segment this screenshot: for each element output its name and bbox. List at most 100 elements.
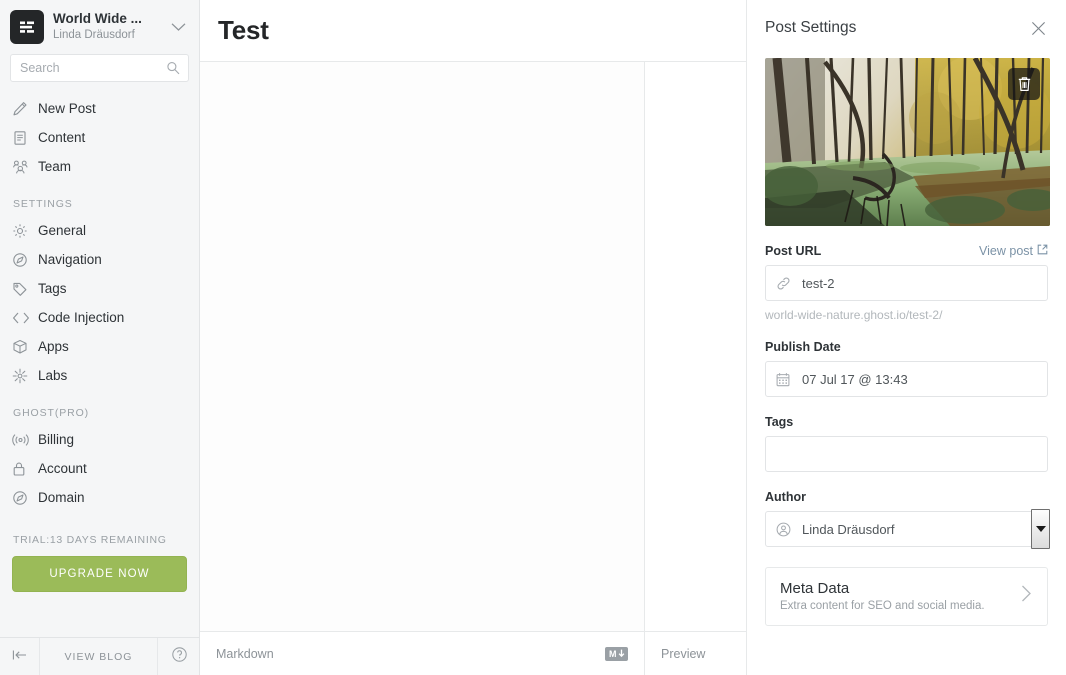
- close-icon[interactable]: [1027, 17, 1050, 40]
- meta-data-subtitle: Extra content for SEO and social media.: [780, 600, 985, 612]
- sidebar-item-label: Apps: [38, 339, 69, 354]
- sidebar-item-labs[interactable]: Labs: [0, 361, 199, 390]
- post-editor: Test Markdown M Preview: [200, 0, 746, 675]
- sidebar-item-code-injection[interactable]: Code Injection: [0, 303, 199, 332]
- panel-header: Post Settings: [747, 0, 1066, 56]
- trash-icon: [1017, 76, 1032, 92]
- author-select-display[interactable]: [765, 511, 1048, 547]
- chevron-right-icon: [1020, 584, 1033, 608]
- tags-row: Tags: [765, 415, 1048, 429]
- code-icon: [12, 311, 34, 325]
- author-select-wrapper[interactable]: [765, 509, 1050, 549]
- publish-date-label: Publish Date: [765, 340, 841, 354]
- sidebar-item-navigation[interactable]: Navigation: [0, 245, 199, 274]
- blog-switcher[interactable]: World Wide ... Linda Dräusdorf: [0, 0, 199, 52]
- document-icon: [12, 130, 34, 146]
- compass-icon: [12, 490, 34, 506]
- sidebar-item-label: Tags: [38, 281, 67, 296]
- author-row: Author: [765, 490, 1048, 504]
- sidebar-footer: VIEW BLOG: [0, 637, 200, 675]
- sidebar-item-general[interactable]: General: [0, 216, 199, 245]
- external-link-icon: [1037, 244, 1048, 258]
- sidebar-item-team[interactable]: Team: [0, 152, 199, 181]
- editor-panes: [200, 62, 746, 631]
- ghost-admin-app: World Wide ... Linda Dräusdorf Search Ne…: [0, 0, 1066, 675]
- sidebar-item-label: Billing: [38, 432, 75, 447]
- pro-nav: Billing Account Domain: [0, 425, 199, 512]
- search-input[interactable]: [11, 55, 188, 81]
- author-input[interactable]: [796, 512, 1037, 546]
- tag-icon: [12, 281, 34, 297]
- sidebar-item-content[interactable]: Content: [0, 123, 199, 152]
- preview-footer: Preview: [645, 632, 746, 675]
- post-url-input-wrapper[interactable]: [765, 265, 1048, 301]
- sidebar-item-billing[interactable]: Billing: [0, 425, 199, 454]
- sidebar-item-label: Team: [38, 159, 72, 174]
- cover-image[interactable]: [765, 58, 1050, 226]
- settings-heading: SETTINGS: [13, 198, 73, 210]
- team-icon: [12, 159, 34, 175]
- sidebar-item-label: Labs: [38, 368, 68, 383]
- sidebar-item-label: Content: [38, 130, 86, 145]
- triangle-down-icon: [1035, 526, 1046, 532]
- post-url-preview: world-wide-nature.ghost.io/test-2/: [765, 308, 943, 322]
- upgrade-container: UPGRADE NOW: [0, 546, 199, 592]
- sidebar-item-domain[interactable]: Domain: [0, 483, 199, 512]
- sidebar: World Wide ... Linda Dräusdorf Search Ne…: [0, 0, 200, 675]
- markdown-editor-area[interactable]: [200, 62, 645, 631]
- tags-input[interactable]: [776, 437, 1037, 471]
- post-url-row: Post URL View post: [765, 244, 1048, 258]
- broadcast-icon: [12, 433, 34, 447]
- author-label: Author: [765, 490, 806, 504]
- panel-body: Post URL View post test-2 world-wide-nat…: [747, 56, 1066, 675]
- sidebar-item-apps[interactable]: Apps: [0, 332, 199, 361]
- arrow-left-to-line-icon: [12, 648, 28, 666]
- author-dropdown-arrow[interactable]: [1031, 509, 1050, 549]
- blog-logo-icon: [10, 10, 44, 44]
- meta-data-text: Meta Data Extra content for SEO and soci…: [780, 580, 985, 612]
- pro-heading: GHOST(PRO): [13, 407, 90, 419]
- upgrade-now-button[interactable]: UPGRADE NOW: [12, 556, 187, 592]
- meta-data-card[interactable]: Meta Data Extra content for SEO and soci…: [765, 567, 1048, 626]
- labs-icon: [12, 368, 34, 384]
- user-avatar-icon: [776, 522, 796, 537]
- post-title[interactable]: Test: [218, 15, 269, 46]
- calendar-icon: [776, 372, 796, 387]
- link-icon: [776, 276, 796, 291]
- markdown-help-icon[interactable]: M: [605, 646, 628, 661]
- chevron-down-icon[interactable]: [167, 22, 189, 32]
- sidebar-item-new-post[interactable]: New Post: [0, 94, 199, 123]
- publish-date-input-wrapper[interactable]: [765, 361, 1048, 397]
- sidebar-item-account[interactable]: Account: [0, 454, 199, 483]
- publish-date-input[interactable]: [796, 362, 1037, 396]
- post-settings-panel: Post Settings Post URL View post test-2 …: [746, 0, 1066, 675]
- tags-input-wrapper[interactable]: [765, 436, 1048, 472]
- sidebar-item-label: General: [38, 223, 87, 238]
- sidebar-item-tags[interactable]: Tags: [0, 274, 199, 303]
- blog-user-name: Linda Dräusdorf: [53, 28, 135, 41]
- publish-date-row: Publish Date: [765, 340, 1048, 354]
- blog-meta: World Wide ... Linda Dräusdorf: [53, 11, 167, 43]
- delete-image-button[interactable]: [1008, 68, 1040, 100]
- meta-data-title: Meta Data: [780, 580, 850, 597]
- view-post-label: View post: [979, 244, 1033, 258]
- search-container: [0, 54, 199, 82]
- sidebar-item-label: Navigation: [38, 252, 102, 267]
- post-url-input[interactable]: [796, 266, 1037, 300]
- preview-pane: [645, 62, 746, 631]
- question-mark-icon: [171, 646, 188, 668]
- markdown-footer: Markdown M: [200, 632, 645, 675]
- sidebar-item-label: New Post: [38, 101, 96, 116]
- collapse-sidebar-button[interactable]: [0, 638, 40, 675]
- help-button[interactable]: [158, 638, 200, 675]
- view-post-link[interactable]: View post: [979, 244, 1048, 258]
- search-box[interactable]: [10, 54, 189, 82]
- view-blog-button[interactable]: VIEW BLOG: [40, 638, 158, 675]
- compass-icon: [12, 252, 34, 268]
- editor-title-bar: Test: [200, 0, 746, 62]
- gear-icon: [12, 223, 34, 239]
- settings-nav: General Navigation Tags Code Injection A…: [0, 216, 199, 390]
- sidebar-item-label: Domain: [38, 490, 85, 505]
- panel-title: Post Settings: [765, 19, 857, 36]
- box-icon: [12, 339, 34, 355]
